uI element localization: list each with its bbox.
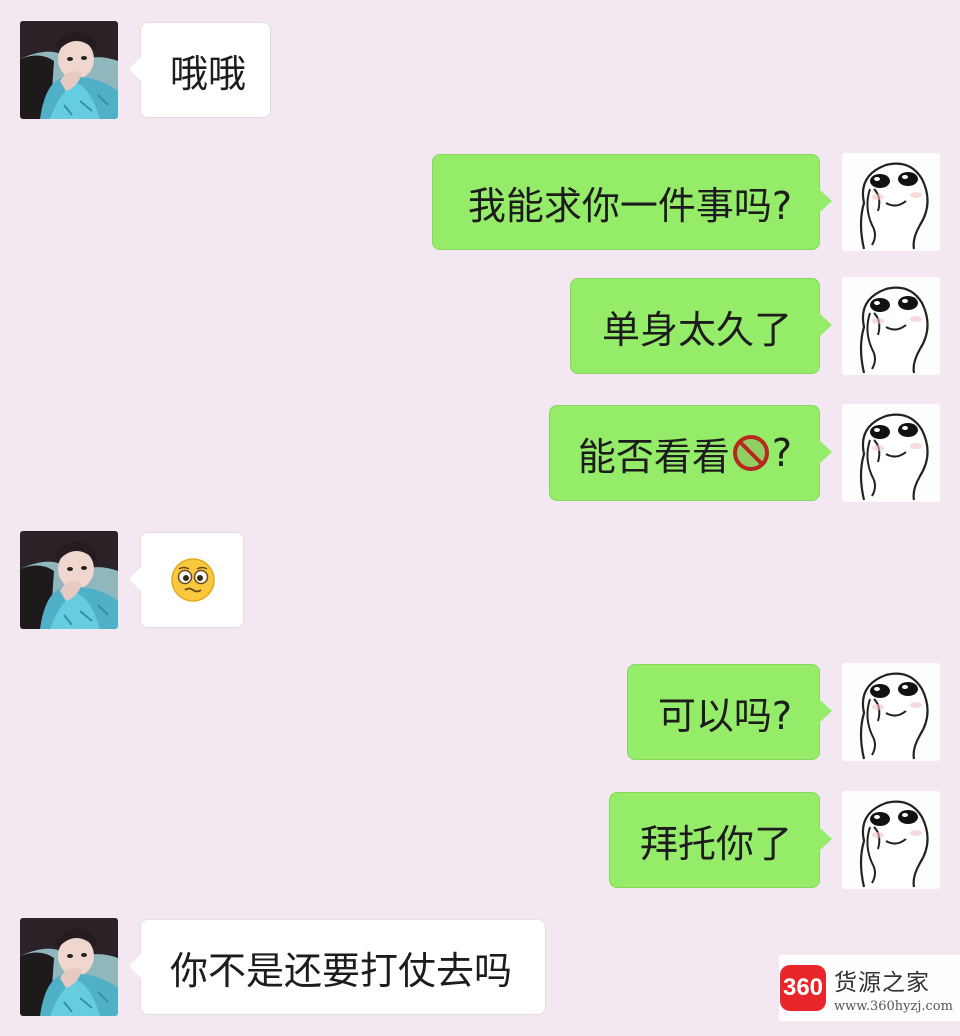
site-watermark: 360 货源之家 www.360hyzj.com: [779, 955, 960, 1021]
message-bubble-incoming[interactable]: 哦哦: [129, 22, 271, 118]
contact-avatar[interactable]: [20, 21, 118, 119]
my-avatar-image: [842, 791, 940, 889]
message-bubble-incoming[interactable]: [129, 532, 244, 628]
contact-avatar[interactable]: [20, 531, 118, 629]
my-avatar-image: [842, 153, 940, 251]
my-avatar[interactable]: [842, 404, 940, 502]
watermark-name: 货源之家: [834, 969, 930, 996]
my-avatar[interactable]: [842, 791, 940, 889]
message-text: 可以吗?: [657, 693, 792, 738]
message-text: 我能求你一件事吗?: [467, 183, 792, 228]
contact-avatar-image: [20, 918, 118, 1016]
message-bubble-outgoing[interactable]: 拜托你了: [609, 792, 832, 888]
prohibited-icon: [732, 435, 769, 471]
message-bubble-outgoing[interactable]: 能否看看 ?: [549, 405, 832, 501]
contact-avatar-image: [20, 531, 118, 629]
contact-avatar-image: [20, 21, 118, 119]
my-avatar-image: [842, 277, 940, 375]
my-avatar-image: [842, 404, 940, 502]
my-avatar[interactable]: [842, 153, 940, 251]
message-bubble-incoming[interactable]: 你不是还要打仗去吗: [129, 919, 546, 1015]
message-bubble-outgoing[interactable]: 我能求你一件事吗?: [432, 154, 832, 250]
watermark-url: www.360hyzj.com: [834, 998, 953, 1014]
message-text: 单身太久了: [601, 307, 792, 352]
message-text-suffix: ?: [771, 431, 792, 475]
message-text: 哦哦: [170, 51, 247, 96]
watermark-logo: 360: [780, 965, 826, 1011]
pleading-face-emoji-icon: [171, 558, 215, 602]
message-bubble-outgoing[interactable]: 单身太久了: [570, 278, 832, 374]
my-avatar-image: [842, 663, 940, 761]
my-avatar[interactable]: [842, 663, 940, 761]
message-text: 拜托你了: [639, 821, 792, 866]
message-text: 你不是还要打仗去吗: [170, 948, 513, 993]
message-bubble-outgoing[interactable]: 可以吗?: [627, 664, 832, 760]
contact-avatar[interactable]: [20, 918, 118, 1016]
message-text: 能否看看: [577, 434, 730, 479]
my-avatar[interactable]: [842, 277, 940, 375]
